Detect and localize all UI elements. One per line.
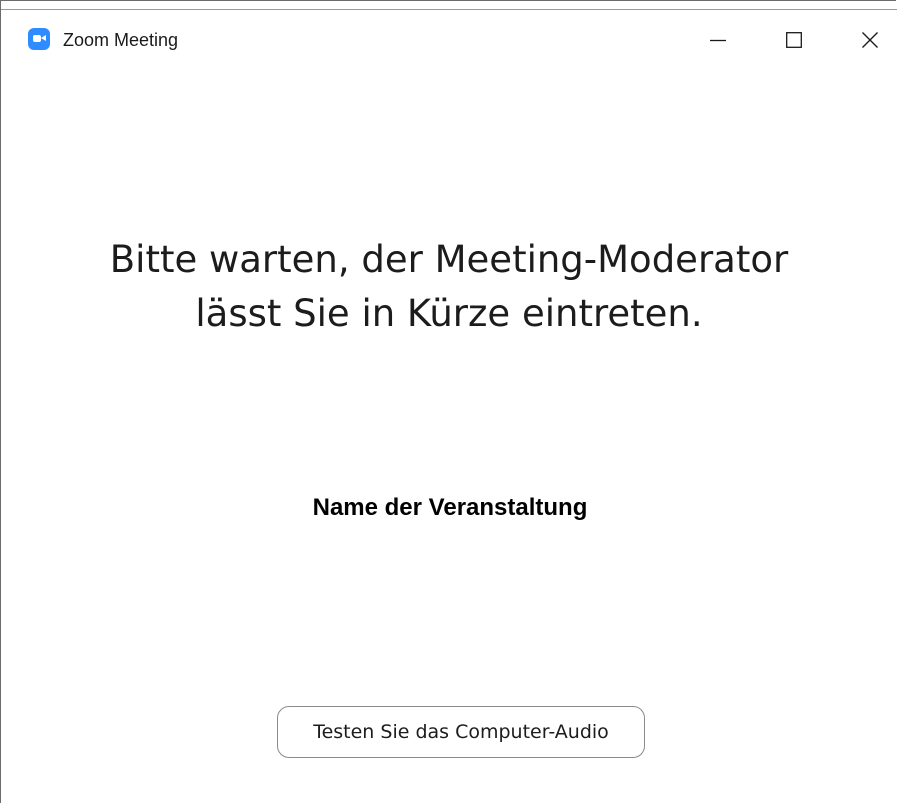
maximize-icon xyxy=(786,32,802,48)
waiting-message-line-1: Bitte warten, der Meeting-Moderator xyxy=(109,238,789,281)
event-name: Name der Veranstaltung xyxy=(312,494,588,521)
test-computer-audio-button[interactable]: Testen Sie das Computer-Audio xyxy=(277,706,645,758)
window-title: Zoom Meeting xyxy=(63,30,179,50)
waiting-message-line-2: lässt Sie in Kürze eintreten. xyxy=(195,292,703,335)
close-icon xyxy=(862,32,878,48)
waiting-message: Bitte warten, der Meeting-Moderator läss… xyxy=(1,233,897,341)
minimize-button[interactable] xyxy=(695,22,741,58)
zoom-meeting-window: Zoom Meeting Bitte warten, der Meeting-M… xyxy=(0,0,897,803)
zoom-camera-icon xyxy=(28,28,50,50)
maximize-button[interactable] xyxy=(771,22,817,58)
close-button[interactable] xyxy=(847,22,893,58)
minimize-icon xyxy=(710,39,726,42)
title-bar[interactable]: Zoom Meeting xyxy=(1,9,897,72)
